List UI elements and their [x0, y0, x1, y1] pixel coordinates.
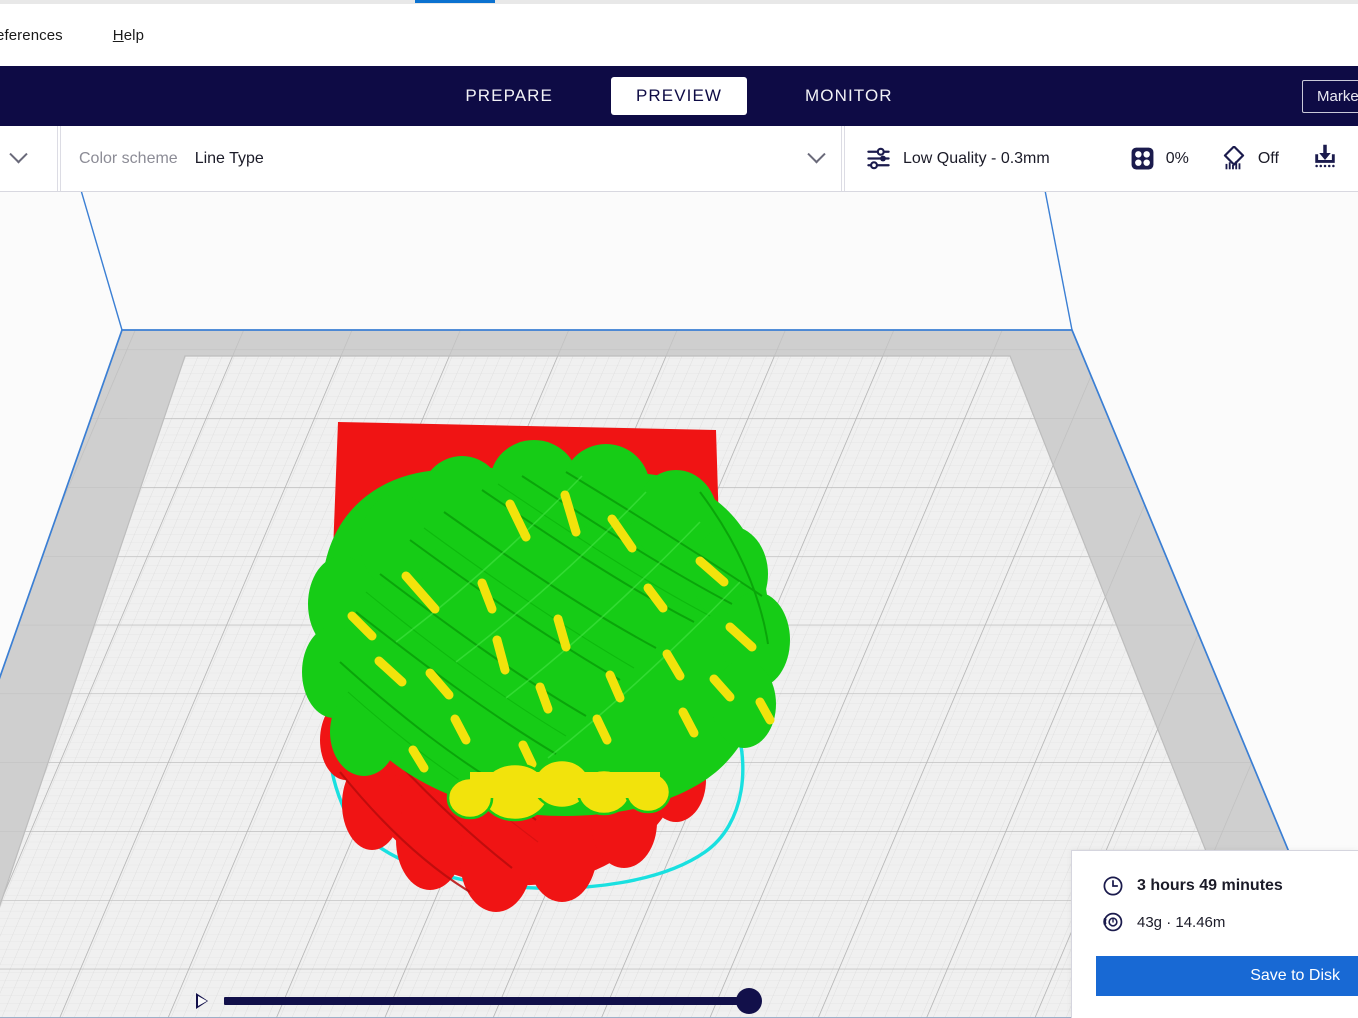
menu-item-help-accel: H: [113, 27, 124, 44]
color-scheme-value: Line Type: [195, 150, 264, 168]
tab-monitor[interactable]: MONITOR: [783, 77, 915, 115]
tab-prepare[interactable]: PREPARE: [443, 77, 575, 115]
menu-item-preferences-label: eferences: [0, 27, 63, 44]
cura-preview-window: eferences Help PREPARE PREVIEW MONITOR M…: [0, 0, 1358, 1018]
active-tab-underline: [415, 0, 495, 3]
tab-preview[interactable]: PREVIEW: [611, 77, 747, 115]
infill-icon: [1130, 146, 1155, 171]
print-time-row: 3 hours 49 minutes: [1072, 875, 1358, 897]
clock-icon: [1102, 875, 1124, 897]
print-settings-sliders-icon: [865, 145, 892, 172]
support-icon: [1221, 146, 1247, 172]
3d-viewport[interactable]: 3 hours 49 minutes 43g · 14.46m Save to …: [0, 192, 1358, 1018]
save-to-disk-icon: [1310, 141, 1340, 171]
print-settings-summary: Low Quality - 0.3mm 0%: [844, 126, 1358, 191]
view-type-selector[interactable]: [0, 126, 58, 191]
menu-item-preferences[interactable]: eferences: [0, 23, 71, 48]
filament-spool-icon: [1102, 911, 1124, 933]
color-scheme-dropdown[interactable]: Color scheme Line Type: [60, 126, 842, 191]
menu-item-help[interactable]: Help: [105, 23, 152, 48]
save-to-disk-icon-button[interactable]: [1310, 141, 1342, 176]
layer-slider-handle[interactable]: [736, 988, 762, 1014]
print-time-value: 3 hours 49 minutes: [1137, 877, 1283, 895]
material-usage-value: 43g · 14.46m: [1137, 914, 1225, 931]
preview-toolbar: Color scheme Line Type Low Quality - 0.: [0, 126, 1358, 192]
layer-slider[interactable]: [195, 992, 752, 1010]
support-value: Off: [1258, 150, 1279, 168]
layer-slider-track[interactable]: [224, 997, 752, 1005]
chevron-down-icon: [9, 145, 27, 163]
marketplace-button[interactable]: Marketplace: [1302, 80, 1358, 113]
quality-value: Low Quality - 0.3mm: [903, 150, 1050, 168]
chevron-down-icon: [807, 145, 825, 163]
material-usage-row: 43g · 14.46m: [1072, 911, 1358, 933]
print-info-panel: 3 hours 49 minutes 43g · 14.46m Save to …: [1071, 850, 1358, 1018]
save-to-disk-button[interactable]: Save to Disk: [1096, 956, 1358, 996]
menu-item-help-label: elp: [124, 27, 144, 44]
stage-bar: PREPARE PREVIEW MONITOR Marketplace: [0, 66, 1358, 126]
support-setting[interactable]: Off: [1221, 146, 1279, 172]
color-scheme-label: Color scheme: [79, 150, 178, 168]
quality-setting[interactable]: Low Quality - 0.3mm: [865, 145, 1050, 172]
play-triangle-icon[interactable]: [195, 992, 208, 1010]
infill-setting[interactable]: 0%: [1130, 146, 1189, 171]
infill-value: 0%: [1166, 150, 1189, 168]
menu-bar: eferences Help: [0, 4, 1358, 66]
